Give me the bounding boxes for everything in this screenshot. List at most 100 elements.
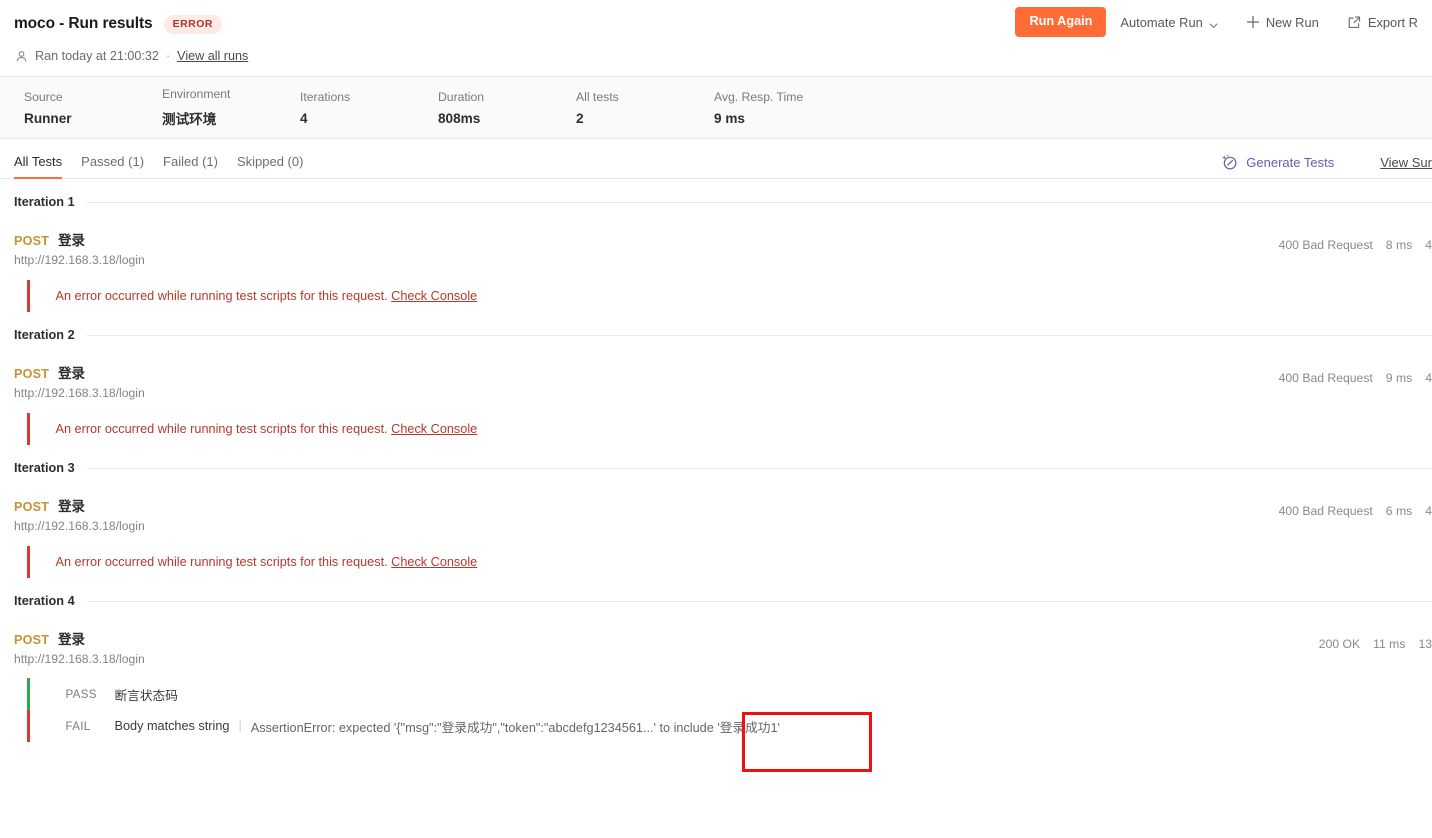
ran-timestamp: Ran today at 21:00:32: [35, 49, 159, 63]
iteration-block: Iteration 4 POST 登录 http://192.168.3.18/…: [14, 578, 1432, 742]
iteration-divider: [86, 201, 1432, 203]
assertion-name: 断言状态码: [114, 688, 178, 703]
response-meta: 200 OK 11 ms 13: [1319, 637, 1432, 651]
assertion-rows: PASS 断言状态码 FAIL Body matches string | As…: [30, 678, 1432, 742]
request-method: POST: [14, 234, 50, 248]
response-meta: 400 Bad Request 9 ms 4: [1279, 371, 1432, 385]
response-size: 4: [1425, 238, 1432, 252]
run-stats-bar: Source Runner Environment 测试环境 Iteration…: [0, 76, 1432, 139]
request-title: POST 登录: [14, 362, 1432, 382]
tab-skipped[interactable]: Skipped (0): [237, 154, 303, 178]
iteration-header: Iteration 3: [14, 445, 1432, 482]
request-method: POST: [14, 500, 50, 514]
assertion-status: PASS: [65, 687, 97, 701]
script-error-row: An error occurred while running test scr…: [27, 546, 1432, 578]
assertion-separator: |: [238, 719, 242, 733]
tab-failed[interactable]: Failed (1): [163, 154, 218, 178]
assertions-block: PASS 断言状态码 FAIL Body matches string | As…: [27, 678, 1432, 742]
iteration-header: Iteration 1: [14, 179, 1432, 216]
stat-duration: Duration 808ms: [438, 90, 576, 126]
assertion-row-fail: FAIL Body matches string | AssertionErro…: [30, 710, 1432, 742]
results-tabs: All Tests Passed (1) Failed (1) Skipped …: [0, 139, 1432, 179]
request-row[interactable]: POST 登录 http://192.168.3.18/login 400 Ba…: [14, 482, 1432, 533]
script-error-row: An error occurred while running test scr…: [27, 280, 1432, 312]
request-method: POST: [14, 633, 50, 647]
iteration-label: Iteration 3: [14, 461, 75, 475]
request-url: http://192.168.3.18/login: [14, 253, 145, 267]
generate-tests-button[interactable]: Generate Tests: [1221, 154, 1380, 171]
response-status: 400 Bad Request: [1278, 238, 1373, 252]
request-row[interactable]: POST 登录 http://192.168.3.18/login 200 OK…: [14, 615, 1432, 666]
error-message-text: An error occurred while running test scr…: [55, 555, 388, 569]
error-message-text: An error occurred while running test scr…: [55, 289, 388, 303]
stat-source: Source Runner: [24, 90, 162, 126]
stat-all-tests: All tests 2: [576, 90, 714, 126]
request-url: http://192.168.3.18/login: [14, 652, 145, 666]
stat-value: 808ms: [438, 110, 481, 126]
tab-all-tests[interactable]: All Tests: [14, 154, 63, 179]
request-title: POST 登录: [14, 628, 1432, 648]
response-time: 6 ms: [1385, 504, 1413, 518]
response-meta: 400 Bad Request 8 ms 4: [1279, 238, 1432, 252]
export-results-button[interactable]: Export R: [1333, 15, 1432, 30]
request-row[interactable]: POST 登录 http://192.168.3.18/login 400 Ba…: [14, 349, 1432, 400]
request-url: http://192.168.3.18/login: [14, 386, 145, 400]
request-row[interactable]: POST 登录 http://192.168.3.18/login 400 Ba…: [14, 216, 1432, 267]
generate-tests-label: Generate Tests: [1246, 155, 1335, 170]
response-time: 9 ms: [1385, 371, 1413, 385]
stat-label: Source: [24, 89, 63, 104]
request-name: 登录: [58, 233, 85, 248]
new-run-button[interactable]: New Run: [1232, 15, 1333, 30]
iteration-block: Iteration 1 POST 登录 http://192.168.3.18/…: [14, 179, 1432, 312]
run-again-button[interactable]: Run Again: [1015, 7, 1107, 37]
response-status: 200 OK: [1318, 637, 1361, 651]
request-name: 登录: [58, 632, 85, 647]
error-message: An error occurred while running test scr…: [30, 555, 478, 569]
status-badge: ERROR: [163, 14, 222, 34]
automate-run-label: Automate Run: [1120, 14, 1203, 30]
iteration-label: Iteration 2: [14, 328, 75, 342]
stat-value: Runner: [24, 110, 72, 126]
iteration-block: Iteration 2 POST 登录 http://192.168.3.18/…: [14, 312, 1432, 445]
tab-passed[interactable]: Passed (1): [81, 154, 144, 178]
error-message: An error occurred while running test scr…: [30, 422, 478, 436]
response-size: 4: [1425, 371, 1432, 385]
stat-label: Iterations: [300, 89, 351, 104]
results-list: Iteration 1 POST 登录 http://192.168.3.18/…: [0, 179, 1432, 742]
request-name: 登录: [58, 499, 85, 514]
view-all-runs-link[interactable]: View all runs: [177, 49, 248, 63]
stat-value: 2: [576, 110, 584, 126]
plus-icon: [1246, 15, 1260, 29]
stat-value: 测试环境: [162, 112, 217, 127]
stat-environment: Environment 测试环境: [162, 87, 300, 128]
check-console-link[interactable]: Check Console: [391, 289, 477, 303]
stat-label: Avg. Resp. Time: [714, 89, 804, 104]
view-summary-link[interactable]: View Sur: [1380, 155, 1432, 170]
export-results-label: Export R: [1367, 14, 1418, 30]
stat-label: Environment: [162, 87, 231, 101]
stat-label: All tests: [576, 89, 619, 104]
person-icon: [14, 49, 29, 64]
response-size: 13: [1418, 637, 1432, 651]
iteration-label: Iteration 1: [14, 195, 75, 209]
stat-value: 9 ms: [714, 110, 745, 126]
page-title: moco - Run results: [14, 15, 153, 32]
automate-run-button[interactable]: Automate Run: [1106, 15, 1231, 30]
stat-iterations: Iterations 4: [300, 90, 438, 126]
subtitle-separator: ·: [165, 49, 171, 63]
check-console-link[interactable]: Check Console: [391, 555, 477, 569]
error-message-text: An error occurred while running test scr…: [55, 422, 388, 436]
check-console-link[interactable]: Check Console: [391, 422, 477, 436]
response-status: 400 Bad Request: [1278, 371, 1373, 385]
iteration-label: Iteration 4: [14, 594, 75, 608]
response-size: 4: [1425, 504, 1432, 518]
response-meta: 400 Bad Request 6 ms 4: [1279, 504, 1432, 518]
assertion-error-detail: AssertionError: expected '{"msg":"登录成功",…: [250, 720, 780, 735]
request-url: http://192.168.3.18/login: [14, 519, 145, 533]
chevron-down-icon: [1209, 18, 1218, 28]
error-message: An error occurred while running test scr…: [30, 289, 478, 303]
new-run-label: New Run: [1265, 14, 1319, 30]
iteration-divider: [86, 467, 1432, 469]
request-method: POST: [14, 367, 50, 381]
ai-sparkle-icon: [1221, 154, 1238, 171]
